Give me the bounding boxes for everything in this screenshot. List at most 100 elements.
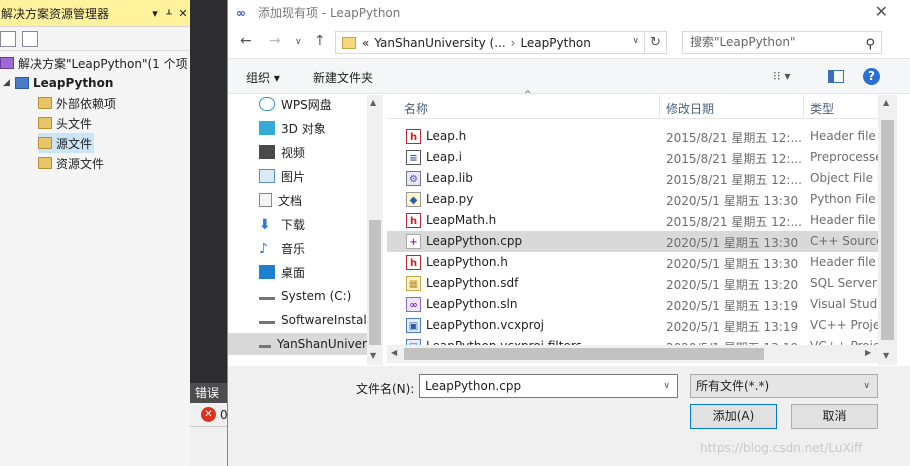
h-file-icon: h (406, 129, 421, 144)
file-date: 2020/5/1 星期五 13:30 (666, 257, 799, 271)
cube-icon (259, 121, 275, 135)
chevron-down-icon[interactable]: ∨ (663, 375, 670, 397)
column-name[interactable]: 名称 (404, 100, 428, 117)
new-folder-button[interactable]: 新建文件夹 (313, 69, 373, 86)
nav-item-documents[interactable]: 文档 (259, 189, 302, 211)
nav-item-yanshan[interactable]: YanShanUniver (228, 333, 367, 355)
search-input[interactable]: 搜索"LeapPython" ⚲ (682, 31, 882, 54)
expand-icon[interactable]: ◢ (3, 78, 15, 88)
file-date: 2020/5/1 星期五 13:30 (666, 194, 799, 208)
organize-button[interactable]: 组织 ▾ (246, 69, 280, 86)
document-icon (259, 193, 272, 207)
nav-item-music[interactable]: ♪ 音乐 (259, 237, 305, 259)
breadcrumb-overflow[interactable]: « (362, 36, 369, 50)
vscrollbar-thumb[interactable] (881, 120, 894, 340)
hscrollbar-thumb[interactable] (404, 348, 764, 360)
h-file-icon: h (406, 213, 421, 228)
nav-item-c-drive[interactable]: System (C:) (259, 285, 351, 307)
pin-icon[interactable]: ᚆ (162, 7, 176, 20)
file-row[interactable]: ◆ Leap.py 2020/5/1 星期五 13:30 Python File (387, 189, 897, 210)
recent-dropdown-icon[interactable]: ∨ (295, 37, 302, 47)
folder-icon (38, 117, 52, 129)
column-date[interactable]: 修改日期 (666, 100, 714, 117)
dropdown-icon[interactable]: ▾ (148, 7, 162, 20)
address-bar[interactable]: « YanShanUniversity (... › LeapPython ∨ … (335, 31, 667, 54)
scroll-right-icon[interactable]: ▶ (865, 348, 871, 357)
tree-item-header-files[interactable]: 头文件 (38, 113, 92, 133)
add-existing-item-dialog: ∞ 添加现有项 - LeapPython ✕ ← → ∨ ↑ « YanShan… (227, 0, 910, 466)
filename-input[interactable]: LeapPython.cpp ∨ (419, 374, 678, 398)
tree-item-external-deps[interactable]: 外部依赖项 (38, 93, 116, 113)
nav-item-wps[interactable]: WPS网盘 (259, 93, 332, 115)
breadcrumb-yanshan[interactable]: YanShanUniversity (... (374, 36, 505, 50)
solution-icon (0, 57, 14, 69)
file-row[interactable]: ▦ LeapPython.sdf 2020/5/1 星期五 13:20 SQL Ser… (387, 273, 897, 294)
nav-item-video[interactable]: 视频 (259, 141, 305, 163)
help-icon[interactable]: ? (863, 68, 880, 85)
py-file-icon: ◆ (406, 192, 421, 207)
folder-icon (342, 36, 356, 49)
file-name: Leap.i (426, 150, 462, 164)
scroll-down-icon[interactable]: ▼ (883, 351, 889, 360)
tree-item-source-files[interactable]: 源文件 (38, 133, 95, 153)
scroll-down-icon[interactable]: ▼ (370, 351, 376, 360)
h-file-icon: h (406, 255, 421, 270)
tree-item-project[interactable]: ◢ LeapPython (3, 73, 113, 93)
file-date: 2015/8/21 星期五 12:... (666, 152, 801, 166)
nav-item-pictures[interactable]: 图片 (259, 165, 305, 187)
tree-item-solution[interactable]: 解决方案"LeapPython"(1 个项 (0, 53, 188, 73)
file-date: 2020/5/1 星期五 13:19 (666, 299, 799, 313)
file-row[interactable]: h LeapPython.h 2020/5/1 星期五 13:30 Header fi… (387, 252, 897, 273)
up-icon[interactable]: ↑ (314, 33, 326, 49)
file-list-vscrollbar[interactable]: ▲ ▼ (878, 95, 897, 365)
chevron-down-icon[interactable]: ∨ (863, 375, 870, 397)
solution-explorer-title: 解决方案资源管理器 (1, 6, 110, 21)
file-row[interactable]: ∞ LeapPython.sln 2020/5/1 星期五 13:19 Visual … (387, 294, 897, 315)
file-row[interactable]: + LeapPython.cpp 2020/5/1 星期五 13:30 C++ Sou… (387, 231, 897, 252)
nav-item-downloads[interactable]: ⬇ 下载 (259, 213, 305, 235)
nav-scrollbar[interactable]: ▲ ▼ (367, 95, 383, 365)
file-date: 2020/5/1 星期五 13:30 (666, 236, 799, 250)
drive-icon (259, 316, 275, 324)
file-row[interactable]: ▣ LeapPython.vcxproj 2020/5/1 星期五 13:19 VC+… (387, 315, 897, 336)
breadcrumb-separator[interactable]: › (511, 36, 516, 50)
column-separator[interactable] (659, 95, 660, 119)
tree-item-resource-files[interactable]: 资源文件 (38, 153, 104, 173)
close-icon[interactable]: ✕ (875, 2, 888, 21)
preview-pane-icon[interactable] (828, 70, 844, 83)
file-row[interactable]: h LeapMath.h 2015/8/21 星期五 12:... Header fi… (387, 210, 897, 231)
nav-item-3d[interactable]: 3D 对象 (259, 117, 326, 139)
sdf-file-icon: ▦ (406, 276, 421, 291)
add-button[interactable]: 添加(A) (690, 404, 777, 429)
scroll-up-icon[interactable]: ▲ (370, 98, 376, 107)
view-options-icon[interactable]: ⁝⁝ ▾ (773, 69, 790, 83)
file-row[interactable]: ⚙ Leap.lib 2015/8/21 星期五 12:... Object File… (387, 168, 897, 189)
scroll-up-icon[interactable]: ▲ (883, 98, 889, 107)
forward-icon[interactable]: → (269, 33, 281, 49)
solution-explorer: 解决方案资源管理器 ▾ ᚆ ✕ 解决方案"LeapPython"(1 个项 ◢ … (0, 0, 190, 466)
error-icon[interactable]: ✕ (201, 407, 216, 422)
nav-item-desktop[interactable]: 桌面 (259, 261, 305, 283)
nav-item-software-install[interactable]: SoftwareInstall (259, 309, 370, 331)
close-icon[interactable]: ✕ (176, 7, 190, 20)
back-icon[interactable]: ← (240, 33, 252, 49)
chevron-down-icon[interactable]: ∨ (632, 36, 639, 46)
file-list-hscrollbar[interactable]: ◀ ▶ (387, 345, 878, 363)
filetype-select[interactable]: 所有文件(*.*) ∨ (690, 374, 878, 398)
column-type[interactable]: 类型 (810, 100, 834, 117)
breadcrumb-leappython[interactable]: LeapPython (520, 36, 590, 50)
error-list-tab[interactable]: 错误列 (190, 383, 230, 420)
home-icon[interactable] (0, 30, 16, 47)
cancel-button[interactable]: 取消 (791, 404, 878, 429)
file-name: Leap.py (426, 192, 474, 206)
nav-scrollbar-thumb[interactable] (369, 220, 381, 345)
column-separator[interactable] (803, 95, 804, 119)
file-row[interactable]: h Leap.h 2015/8/21 星期五 12:... Header file (387, 126, 897, 147)
refresh-icon[interactable]: ↻ (644, 32, 666, 53)
scroll-left-icon[interactable]: ◀ (391, 348, 397, 357)
drive-icon (259, 340, 272, 348)
file-name: LeapPython.sln (426, 297, 518, 311)
cpp-file-icon: + (406, 234, 421, 249)
file-row[interactable]: ≡ Leap.i 2015/8/21 星期五 12:... Preprocesse (387, 147, 897, 168)
properties-icon[interactable] (22, 30, 38, 47)
